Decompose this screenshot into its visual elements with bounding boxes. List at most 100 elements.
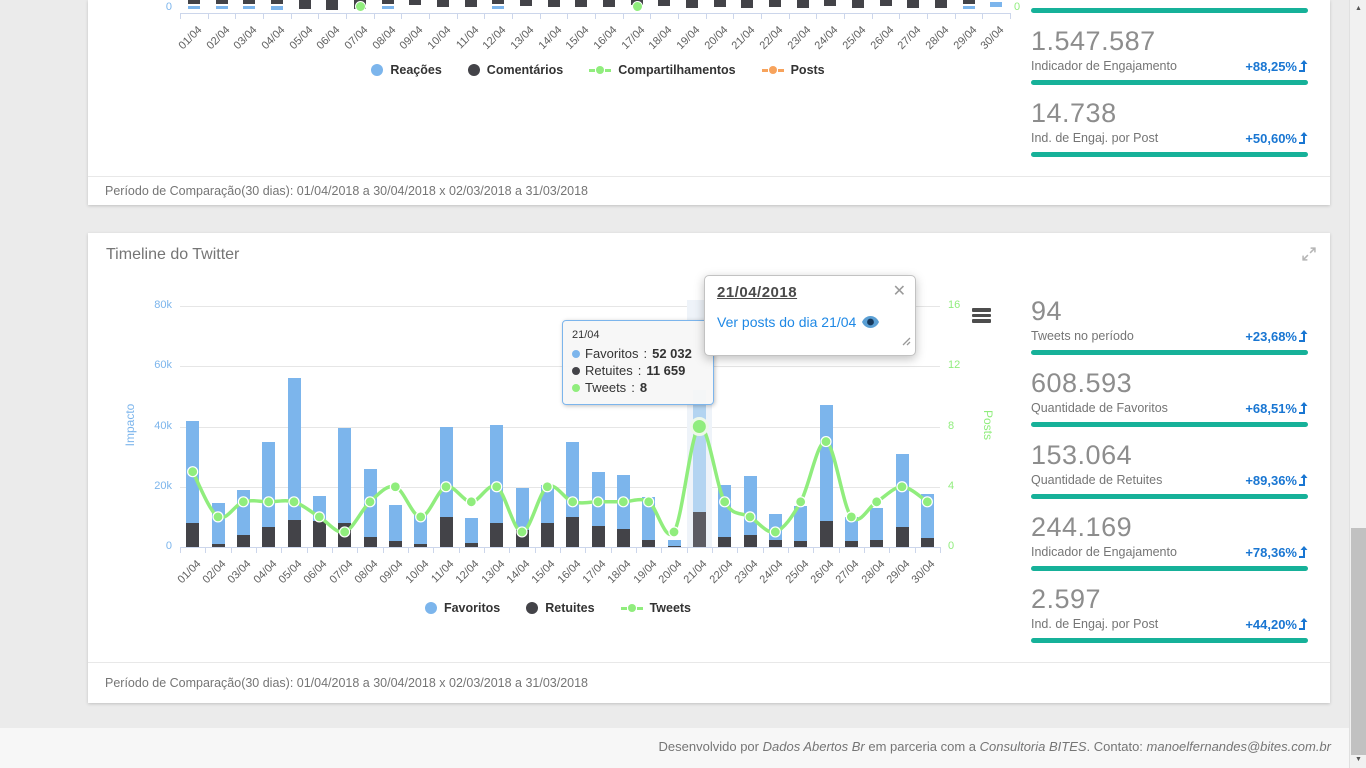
view-posts-link[interactable]: Ver posts do dia 21/04 bbox=[717, 314, 903, 330]
reacoes-bar[interactable] bbox=[188, 6, 200, 9]
tweets-point[interactable] bbox=[745, 512, 755, 522]
comentarios-bar[interactable] bbox=[824, 0, 836, 6]
comentarios-bar[interactable] bbox=[409, 0, 421, 5]
scroll-down-icon[interactable]: ▼ bbox=[1350, 751, 1366, 768]
axis-tick bbox=[636, 547, 637, 553]
tweets-point[interactable] bbox=[691, 419, 707, 435]
reacoes-bar[interactable] bbox=[243, 6, 255, 9]
tweets-point[interactable] bbox=[492, 482, 502, 492]
tweets-point[interactable] bbox=[188, 467, 198, 477]
comentarios-bar[interactable] bbox=[603, 0, 615, 7]
axis-tick bbox=[291, 13, 292, 19]
tweets-point[interactable] bbox=[441, 482, 451, 492]
tweets-point[interactable] bbox=[568, 497, 578, 507]
legend-item-compartilhamentos[interactable]: Compartilhamentos bbox=[589, 63, 735, 77]
tweets-point[interactable] bbox=[289, 497, 299, 507]
tweets-point[interactable] bbox=[720, 497, 730, 507]
axis-tick bbox=[318, 13, 319, 19]
tweets-point[interactable] bbox=[213, 512, 223, 522]
tweets-point[interactable] bbox=[340, 527, 350, 537]
vertical-scrollbar[interactable]: ▲ ▼ bbox=[1349, 0, 1366, 768]
comentarios-bar[interactable] bbox=[492, 0, 504, 4]
tweets-point[interactable] bbox=[390, 482, 400, 492]
comentarios-bar[interactable] bbox=[243, 0, 255, 4]
tweets-point[interactable] bbox=[897, 482, 907, 492]
legend-item-reacoes[interactable]: Reações bbox=[371, 63, 441, 77]
tweets-point[interactable] bbox=[821, 437, 831, 447]
reacoes-bar[interactable] bbox=[963, 6, 975, 9]
tweets-point[interactable] bbox=[416, 512, 426, 522]
tweets-point[interactable] bbox=[669, 527, 679, 537]
comentarios-bar[interactable] bbox=[437, 0, 449, 7]
comentarios-bar[interactable] bbox=[797, 0, 809, 8]
tweets-point[interactable] bbox=[922, 497, 932, 507]
legend-item-favoritos[interactable]: Favoritos bbox=[425, 601, 500, 615]
legend-item-comentarios[interactable]: Comentários bbox=[468, 63, 563, 77]
legend-item-tweets[interactable]: Tweets bbox=[621, 601, 691, 615]
resize-handle-icon[interactable] bbox=[900, 333, 911, 351]
comentarios-bar[interactable] bbox=[465, 0, 477, 7]
close-icon[interactable]: ✕ bbox=[893, 281, 906, 301]
comentarios-bar[interactable] bbox=[935, 0, 947, 8]
tweets-point[interactable] bbox=[644, 497, 654, 507]
y-axis-zero-left: 0 bbox=[132, 1, 172, 13]
tweets-point[interactable] bbox=[542, 482, 552, 492]
comentarios-bar[interactable] bbox=[658, 0, 670, 6]
tweets-point[interactable] bbox=[314, 512, 324, 522]
comentarios-bar[interactable] bbox=[271, 0, 283, 4]
tweets-dot-icon bbox=[572, 384, 580, 392]
tooltip-value: 11 659 bbox=[646, 362, 685, 379]
tweets-point[interactable] bbox=[238, 497, 248, 507]
comentarios-bar[interactable] bbox=[907, 0, 919, 8]
comentarios-bar[interactable] bbox=[686, 0, 698, 8]
contact-email-link[interactable]: manoelfernandes@bites.com.br bbox=[1147, 739, 1331, 754]
tweets-point[interactable] bbox=[770, 527, 780, 537]
tweets-point[interactable] bbox=[796, 497, 806, 507]
reacoes-bar[interactable] bbox=[492, 6, 504, 9]
compartilhamentos-point[interactable] bbox=[632, 1, 643, 12]
axis-tick bbox=[864, 547, 865, 553]
comentarios-bar[interactable] bbox=[188, 0, 200, 4]
legend-item-posts[interactable]: Posts bbox=[762, 63, 825, 77]
tweets-point[interactable] bbox=[466, 497, 476, 507]
tweets-point[interactable] bbox=[365, 497, 375, 507]
brand-consultoria-bites: Consultoria BITES bbox=[980, 739, 1087, 754]
axis-tick bbox=[763, 547, 764, 553]
scroll-up-icon[interactable]: ▲ bbox=[1350, 0, 1366, 17]
comentarios-bar[interactable] bbox=[520, 0, 532, 6]
tweets-point[interactable] bbox=[593, 497, 603, 507]
comentarios-bar[interactable] bbox=[216, 0, 228, 4]
comentarios-bar[interactable] bbox=[880, 0, 892, 6]
compartilhamentos-point[interactable] bbox=[355, 1, 366, 12]
comentarios-bar[interactable] bbox=[741, 0, 753, 8]
reacoes-bar[interactable] bbox=[382, 6, 394, 9]
tweets-point[interactable] bbox=[517, 527, 527, 537]
axis-tick bbox=[256, 547, 257, 553]
tweets-point[interactable] bbox=[872, 497, 882, 507]
comentarios-bar[interactable] bbox=[714, 0, 726, 7]
comentarios-bar[interactable] bbox=[575, 0, 587, 7]
scrollbar-thumb[interactable] bbox=[1351, 528, 1366, 755]
reacoes-bar[interactable] bbox=[990, 2, 1002, 7]
tweets-point[interactable] bbox=[264, 497, 274, 507]
comentarios-bar[interactable] bbox=[326, 0, 338, 10]
comentarios-bar[interactable] bbox=[963, 0, 975, 4]
reacoes-bar[interactable] bbox=[271, 6, 283, 10]
comentarios-bar[interactable] bbox=[299, 0, 311, 9]
legend-item-retuites[interactable]: Retuites bbox=[526, 601, 594, 615]
tweets-point[interactable] bbox=[846, 512, 856, 522]
axis-tick bbox=[383, 547, 384, 553]
stat-delta: +89,36% bbox=[1245, 473, 1308, 488]
axis-tick bbox=[813, 547, 814, 553]
comentarios-bar[interactable] bbox=[769, 0, 781, 7]
comentarios-bar[interactable] bbox=[548, 0, 560, 7]
trend-up-icon bbox=[1298, 474, 1308, 486]
comentarios-bar[interactable] bbox=[852, 0, 864, 8]
axis-tick bbox=[595, 13, 596, 19]
expand-icon[interactable] bbox=[1302, 247, 1316, 261]
legend-label: Posts bbox=[791, 63, 825, 77]
chart-menu-icon[interactable] bbox=[972, 308, 991, 323]
reacoes-bar[interactable] bbox=[216, 6, 228, 9]
tweets-point[interactable] bbox=[618, 497, 628, 507]
comentarios-bar[interactable] bbox=[382, 0, 394, 4]
